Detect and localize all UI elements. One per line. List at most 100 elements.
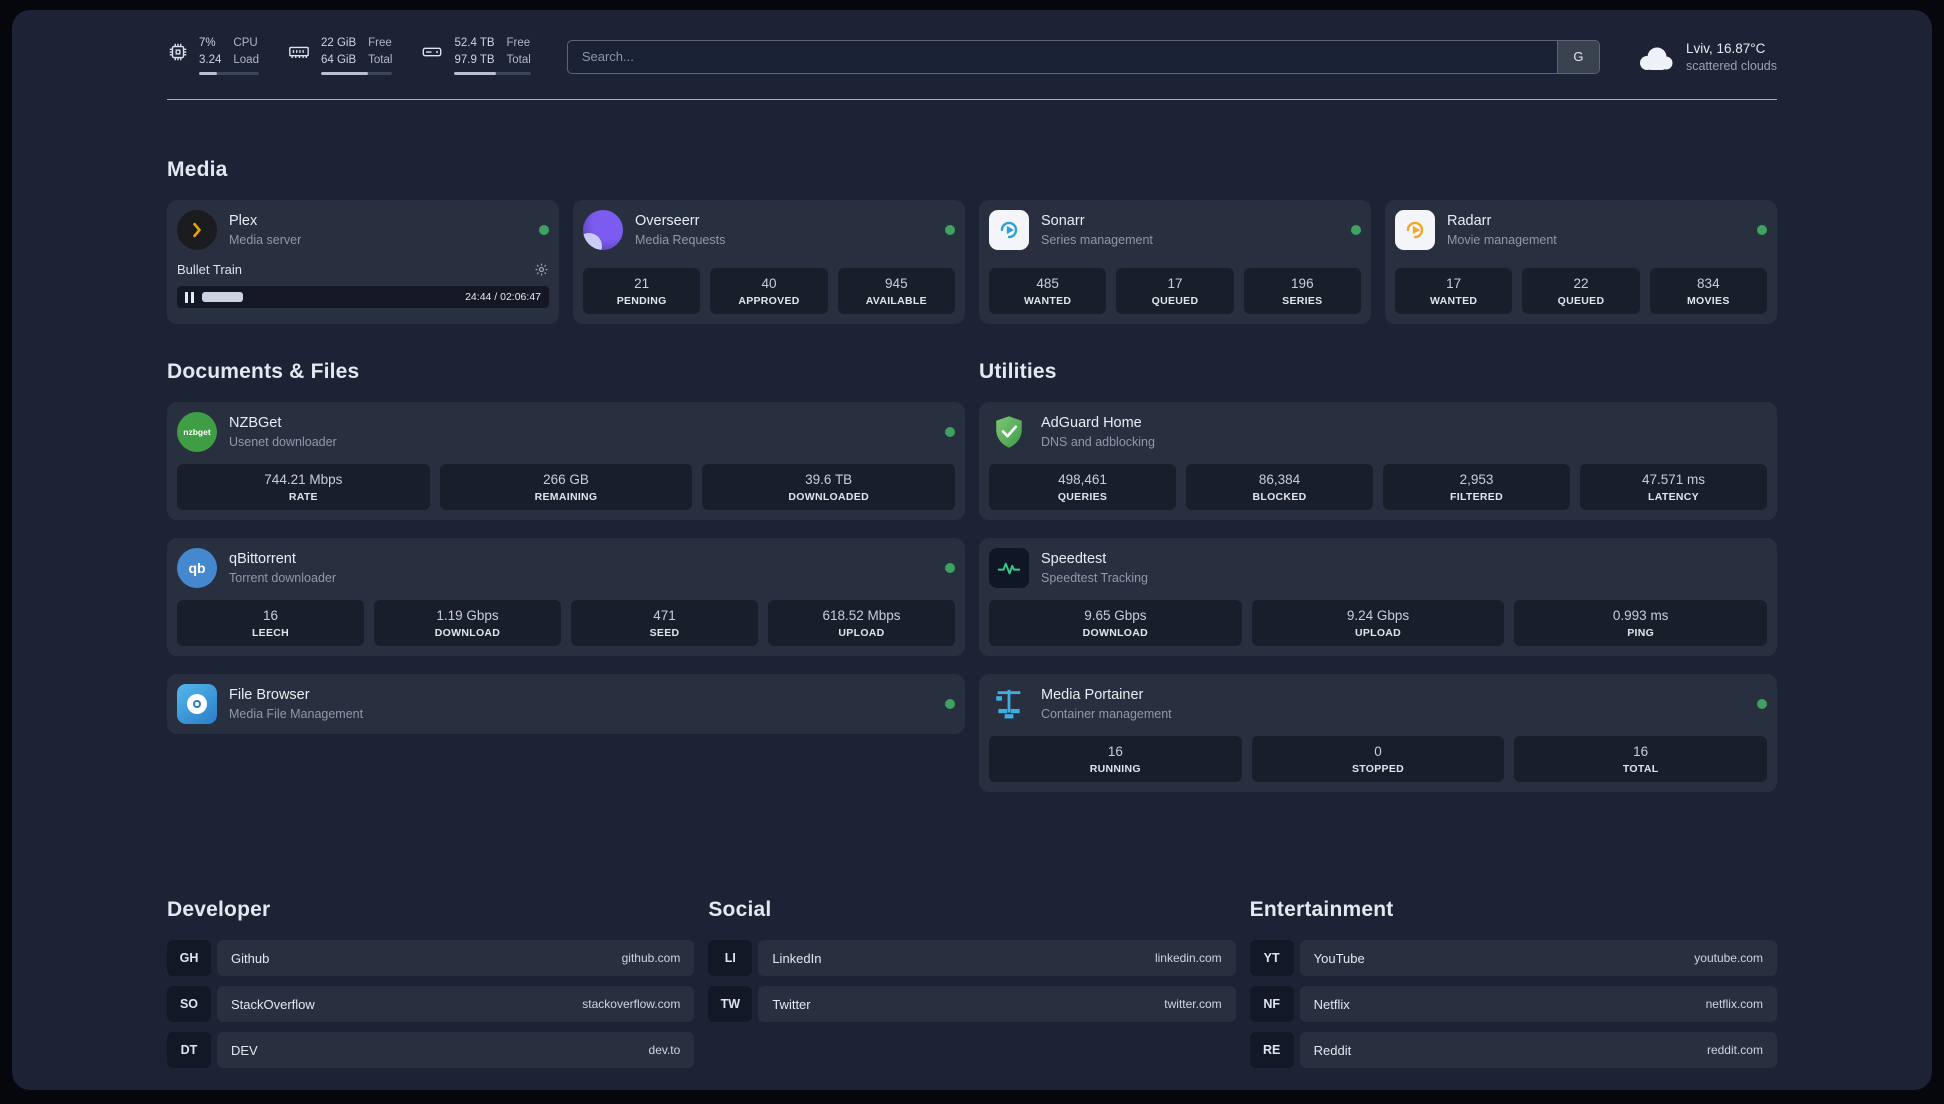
dashboard-app: 7% 3.24 CPU Load 22 GiB 64 GiB Free Tota… xyxy=(12,10,1932,1090)
stat-download: 1.19 Gbps DOWNLOAD xyxy=(374,600,561,646)
stat-value: 9.65 Gbps xyxy=(1084,608,1147,623)
ram-readout: 22 GiB 64 GiB Free Total xyxy=(320,37,393,75)
service-card-qbittorrent[interactable]: qb qBittorrent Torrent downloader 16 LEE… xyxy=(167,538,965,656)
qbittorrent-stats: 16 LEECH 1.19 Gbps DOWNLOAD 471 SEED 618… xyxy=(177,600,955,646)
cpu-percent: 7% xyxy=(199,37,216,49)
service-subtitle: Speedtest Tracking xyxy=(1041,571,1149,585)
ram-free: 22 GiB xyxy=(320,37,357,49)
bookmark-linkedin[interactable]: LI LinkedIn linkedin.com xyxy=(708,940,1236,976)
bookmark-abbr: NF xyxy=(1249,986,1294,1022)
bookmark-abbr: RE xyxy=(1249,1032,1294,1068)
card-header: Overseerr Media Requests xyxy=(583,210,955,250)
topbar-divider xyxy=(167,99,1777,100)
bookmark-name: Reddit xyxy=(1313,1042,1352,1058)
bookmark-name: Twitter xyxy=(772,996,811,1012)
stat-label: QUEUED xyxy=(1557,295,1605,307)
speedtest-stats: 9.65 Gbps DOWNLOAD 9.24 Gbps UPLOAD 0.99… xyxy=(989,600,1768,646)
stat-queries: 498,461 QUERIES xyxy=(989,464,1176,510)
stat-blocked: 86,384 BLOCKED xyxy=(1186,464,1373,510)
disk-free: 52.4 TB xyxy=(454,37,495,49)
status-dot xyxy=(945,699,955,709)
stat-label: REMAINING xyxy=(534,491,598,503)
card-titles: Speedtest Speedtest Tracking xyxy=(1041,551,1148,585)
service-card-portainer[interactable]: Media Portainer Container management 16 … xyxy=(979,674,1777,792)
ram-icon xyxy=(287,38,311,63)
stat-value: 0.993 ms xyxy=(1612,608,1669,623)
card-titles: File Browser Media File Management xyxy=(229,687,363,721)
stat-seed: 471 SEED xyxy=(571,600,758,646)
stat-label: WANTED xyxy=(1430,295,1478,307)
service-card-nzbget[interactable]: nzbget NZBGet Usenet downloader 744.21 M… xyxy=(167,402,965,520)
stat-label: DOWNLOAD xyxy=(1082,627,1149,639)
bookmark-twitter[interactable]: TW Twitter twitter.com xyxy=(708,986,1236,1022)
bookmark-name: LinkedIn xyxy=(772,950,822,966)
bookmark-stackoverflow[interactable]: SO StackOverflow stackoverflow.com xyxy=(167,986,695,1022)
stat-label: WANTED xyxy=(1024,295,1072,307)
service-card-plex[interactable]: Plex Media server Bullet Train 24:44 / 0… xyxy=(167,200,559,324)
stat-label: APPROVED xyxy=(738,295,800,307)
bookmark-reddit[interactable]: RE Reddit reddit.com xyxy=(1249,1032,1777,1068)
service-card-sonarr[interactable]: Sonarr Series management 485 WANTED 17 Q… xyxy=(979,200,1371,324)
stat-value: 16 xyxy=(1633,744,1649,759)
section-title-documents: Documents & Files xyxy=(167,360,360,383)
stat-label: DOWNLOAD xyxy=(434,627,501,639)
bookmark-youtube[interactable]: YT YouTube youtube.com xyxy=(1249,940,1777,976)
stat-value: 21 xyxy=(634,276,650,291)
service-card-filebrowser[interactable]: File Browser Media File Management xyxy=(167,674,965,734)
cpu-values: 7% 3.24 CPU Load xyxy=(199,37,259,66)
ram-bar-fill xyxy=(320,72,369,75)
stat-label: SEED xyxy=(649,627,680,639)
bookmark-name: StackOverflow xyxy=(231,996,315,1012)
cpu-label-bottom: Load xyxy=(233,53,259,66)
bookmark-body: DEV dev.to xyxy=(217,1032,695,1068)
service-subtitle: Media Requests xyxy=(635,233,726,247)
stat-running: 16 RUNNING xyxy=(989,736,1242,782)
ram-widget: 22 GiB 64 GiB Free Total xyxy=(287,37,393,75)
gear-icon[interactable] xyxy=(534,262,549,277)
service-card-overseerr[interactable]: Overseerr Media Requests 21 PENDING 40 A… xyxy=(573,200,965,324)
stat-label: RATE xyxy=(288,491,318,503)
section-title-utilities: Utilities xyxy=(979,360,1057,383)
stat-value: 17 xyxy=(1167,276,1183,291)
search-provider-button[interactable]: G xyxy=(1556,40,1599,73)
card-titles: Overseerr Media Requests xyxy=(635,213,725,247)
card-header: Media Portainer Container management xyxy=(989,684,1767,724)
links-entertainment: Entertainment YT YouTube youtube.com NF … xyxy=(1249,898,1777,1078)
ram-label-bottom: Total xyxy=(368,53,393,66)
cpu-widget: 7% 3.24 CPU Load xyxy=(167,37,259,75)
card-titles: Plex Media server xyxy=(229,213,301,247)
weather-widget[interactable]: Lviv, 16.87°C scattered clouds xyxy=(1636,41,1777,73)
bookmark-url: linkedin.com xyxy=(1154,951,1222,965)
bookmark-dev[interactable]: DT DEV dev.to xyxy=(167,1032,695,1068)
status-dot xyxy=(945,563,955,573)
disk-icon xyxy=(420,38,444,63)
pause-icon[interactable] xyxy=(185,291,194,303)
bookmark-name: Github xyxy=(231,950,270,966)
filebrowser-inner-circle xyxy=(187,694,207,714)
section-title-developer: Developer xyxy=(167,898,271,921)
stat-queued: 17 QUEUED xyxy=(1116,268,1234,314)
links-developer: Developer GH Github github.com SO StackO… xyxy=(167,898,695,1078)
card-header: Sonarr Series management xyxy=(989,210,1361,250)
service-card-adguard[interactable]: AdGuard Home DNS and adblocking 498,461 … xyxy=(979,402,1777,520)
stat-value: 40 xyxy=(761,276,777,291)
bookmark-body: Twitter twitter.com xyxy=(758,986,1236,1022)
service-card-speedtest[interactable]: Speedtest Speedtest Tracking 9.65 Gbps D… xyxy=(979,538,1777,656)
cpu-numbers: 7% 3.24 xyxy=(199,37,221,66)
filebrowser-inner-dot xyxy=(193,700,201,708)
service-subtitle: Container management xyxy=(1041,707,1172,721)
cpu-labels: CPU Load xyxy=(233,37,259,66)
ram-total: 64 GiB xyxy=(320,53,357,66)
search-input[interactable] xyxy=(567,40,1557,73)
service-card-radarr[interactable]: Radarr Movie management 17 WANTED 22 QUE… xyxy=(1385,200,1777,324)
bookmark-netflix[interactable]: NF Netflix netflix.com xyxy=(1249,986,1777,1022)
section-media: Media Plex Media server Bullet Train 24:… xyxy=(167,158,1777,324)
stat-value: 9.24 Gbps xyxy=(1346,608,1410,623)
stat-value: 618.52 Mbps xyxy=(822,608,901,623)
stat-label: TOTAL xyxy=(1622,763,1659,775)
stat-filtered: 2,953 FILTERED xyxy=(1383,464,1570,510)
bookmark-github[interactable]: GH Github github.com xyxy=(167,940,695,976)
card-titles: Media Portainer Container management xyxy=(1041,687,1172,721)
service-subtitle: DNS and adblocking xyxy=(1041,435,1155,449)
playback-progress-track[interactable] xyxy=(202,292,457,302)
